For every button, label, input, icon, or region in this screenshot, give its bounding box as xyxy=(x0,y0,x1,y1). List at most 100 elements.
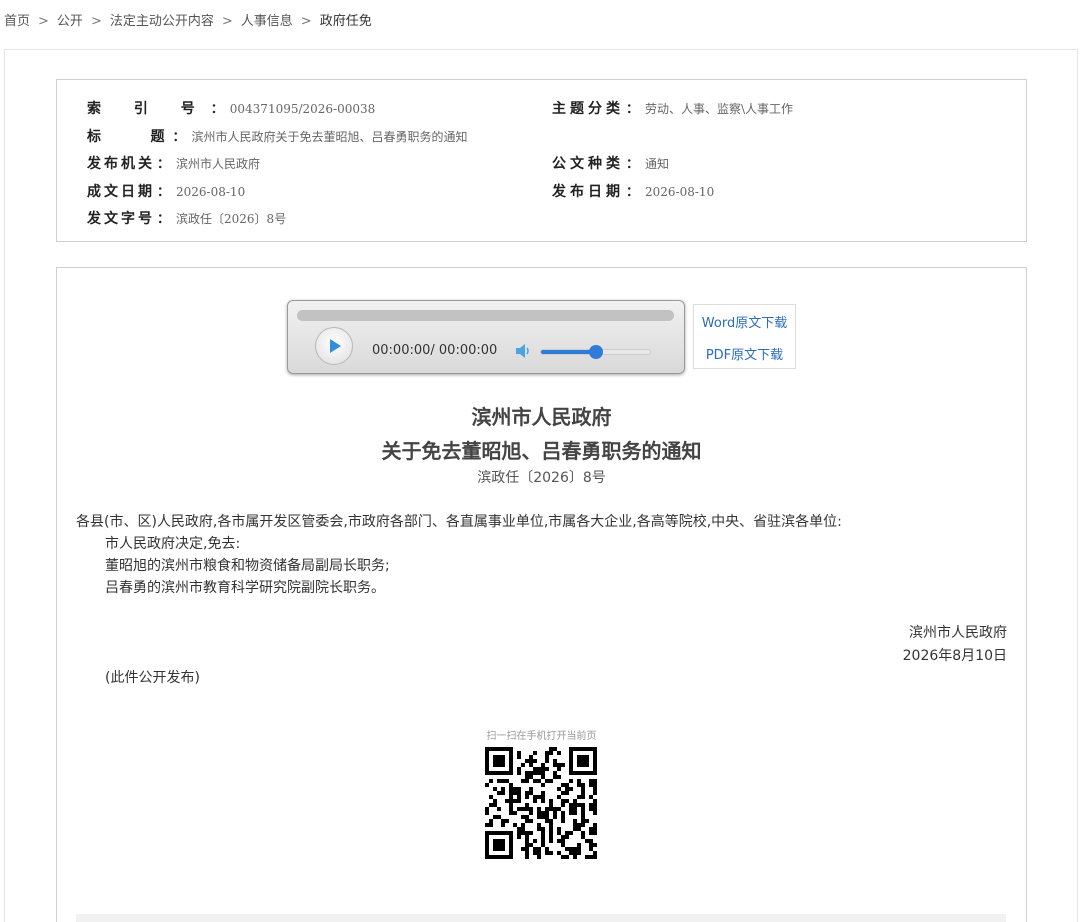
breadcrumb-public[interactable]: 公开 xyxy=(57,14,83,29)
qr-module xyxy=(525,831,529,835)
qr-module xyxy=(593,843,597,847)
breadcrumb-separator: > xyxy=(90,14,102,29)
qr-module xyxy=(533,799,537,803)
qr-module xyxy=(573,847,577,851)
breadcrumb-separator: > xyxy=(300,14,312,29)
meta-issuer: 发布机关： 滨州市人民政府 xyxy=(87,153,260,173)
qr-module xyxy=(549,807,553,811)
breadcrumb-statutory[interactable]: 法定主动公开内容 xyxy=(110,14,214,29)
document-note: (此件公开发布) xyxy=(105,670,200,686)
qr-module xyxy=(505,819,509,823)
qr-module xyxy=(517,835,521,839)
qr-module xyxy=(581,815,585,819)
qr-module xyxy=(517,807,521,811)
document-number: 滨政任〔2026〕8号 xyxy=(477,470,606,486)
qr-module xyxy=(557,839,561,843)
qr-module xyxy=(525,843,529,847)
qr-module xyxy=(529,819,533,823)
qr-module xyxy=(553,815,557,819)
qr-module xyxy=(593,811,597,815)
breadcrumb: 首页 > 公开 > 法定主动公开内容 > 人事信息 > 政府任免 xyxy=(4,10,372,29)
qr-module xyxy=(529,807,533,811)
qr-module xyxy=(493,803,497,807)
qr-module xyxy=(525,807,529,811)
breadcrumb-personnel[interactable]: 人事信息 xyxy=(241,14,293,29)
qr-module xyxy=(525,779,529,783)
qr-module xyxy=(557,831,561,835)
qr-module xyxy=(513,787,517,791)
qr-module xyxy=(573,799,577,803)
qr-module xyxy=(589,847,593,851)
qr-module xyxy=(529,811,533,815)
qr-module xyxy=(541,775,545,779)
volume-slider[interactable] xyxy=(540,345,651,359)
qr-module xyxy=(553,763,557,767)
qr-module xyxy=(505,779,509,783)
qr-module xyxy=(577,827,581,831)
document-paragraph: 董昭旭的滨州市粮食和物资储备局副局长职务; xyxy=(105,558,390,574)
qr-module xyxy=(537,795,541,799)
qr-module xyxy=(541,843,545,847)
qr-module xyxy=(545,807,549,811)
meta-docno: 发文字号： 滨政任〔2026〕8号 xyxy=(87,208,286,228)
qr-module xyxy=(573,855,577,859)
qr-module xyxy=(525,835,529,839)
breadcrumb-separator: > xyxy=(221,14,233,29)
qr-module xyxy=(521,827,525,831)
qr-module xyxy=(581,811,585,815)
qr-module xyxy=(561,803,565,807)
meta-doctype: 公文种类： 通知 xyxy=(552,153,669,173)
play-button[interactable] xyxy=(315,327,353,365)
meta-colon: ： xyxy=(626,102,640,117)
qr-module xyxy=(577,779,581,783)
qr-module xyxy=(553,807,557,811)
qr-module xyxy=(557,795,561,799)
qr-module xyxy=(529,755,533,759)
volume-icon[interactable] xyxy=(515,343,533,359)
qr-module xyxy=(549,803,553,807)
meta-value: 004371095/2026-00038 xyxy=(229,102,376,116)
qr-module xyxy=(533,847,537,851)
qr-module xyxy=(509,791,513,795)
audio-player: 00:00:00/ 00:00:00 xyxy=(287,300,685,374)
qr-module xyxy=(573,827,577,831)
qr-module xyxy=(553,747,557,751)
meta-value: 滨州市人民政府关于免去董昭旭、吕春勇职务的通知 xyxy=(191,130,468,144)
qr-module xyxy=(545,819,549,823)
qr-module xyxy=(561,843,565,847)
qr-module xyxy=(545,779,549,783)
qr-module xyxy=(593,783,597,787)
qr-module xyxy=(537,807,541,811)
qr-module xyxy=(533,771,537,775)
qr-module xyxy=(569,847,573,851)
audio-progress-bar[interactable] xyxy=(297,310,674,321)
qr-module xyxy=(529,771,533,775)
qr-module xyxy=(541,791,545,795)
qr-module xyxy=(593,791,597,795)
qr-module xyxy=(529,791,533,795)
qr-module xyxy=(561,815,565,819)
qr-module xyxy=(529,759,533,763)
meta-topic: 主题分类： 劳动、人事、监察\人事工作 xyxy=(552,98,793,118)
word-download-link[interactable]: Word原文下载 xyxy=(694,312,795,331)
qr-module xyxy=(557,787,561,791)
qr-module xyxy=(549,827,553,831)
pdf-download-link[interactable]: PDF原文下载 xyxy=(694,344,795,363)
signature-org: 滨州市人民政府 xyxy=(909,625,1007,641)
qr-module xyxy=(509,803,513,807)
qr-module xyxy=(485,783,489,787)
qr-module xyxy=(593,827,597,831)
qr-module xyxy=(525,847,529,851)
qr-module xyxy=(589,783,593,787)
volume-knob[interactable] xyxy=(588,345,603,359)
qr-module xyxy=(533,751,537,755)
meta-title: 标 题： 滨州市人民政府关于免去董昭旭、吕春勇职务的通知 xyxy=(87,126,468,146)
qr-module xyxy=(541,831,545,835)
qr-module xyxy=(545,751,549,755)
meta-label: 索 引 号 xyxy=(87,101,209,117)
qr-module xyxy=(541,799,545,803)
qr-module xyxy=(549,831,553,835)
breadcrumb-home[interactable]: 首页 xyxy=(4,14,30,29)
qr-module xyxy=(573,803,577,807)
qr-module xyxy=(577,783,581,787)
